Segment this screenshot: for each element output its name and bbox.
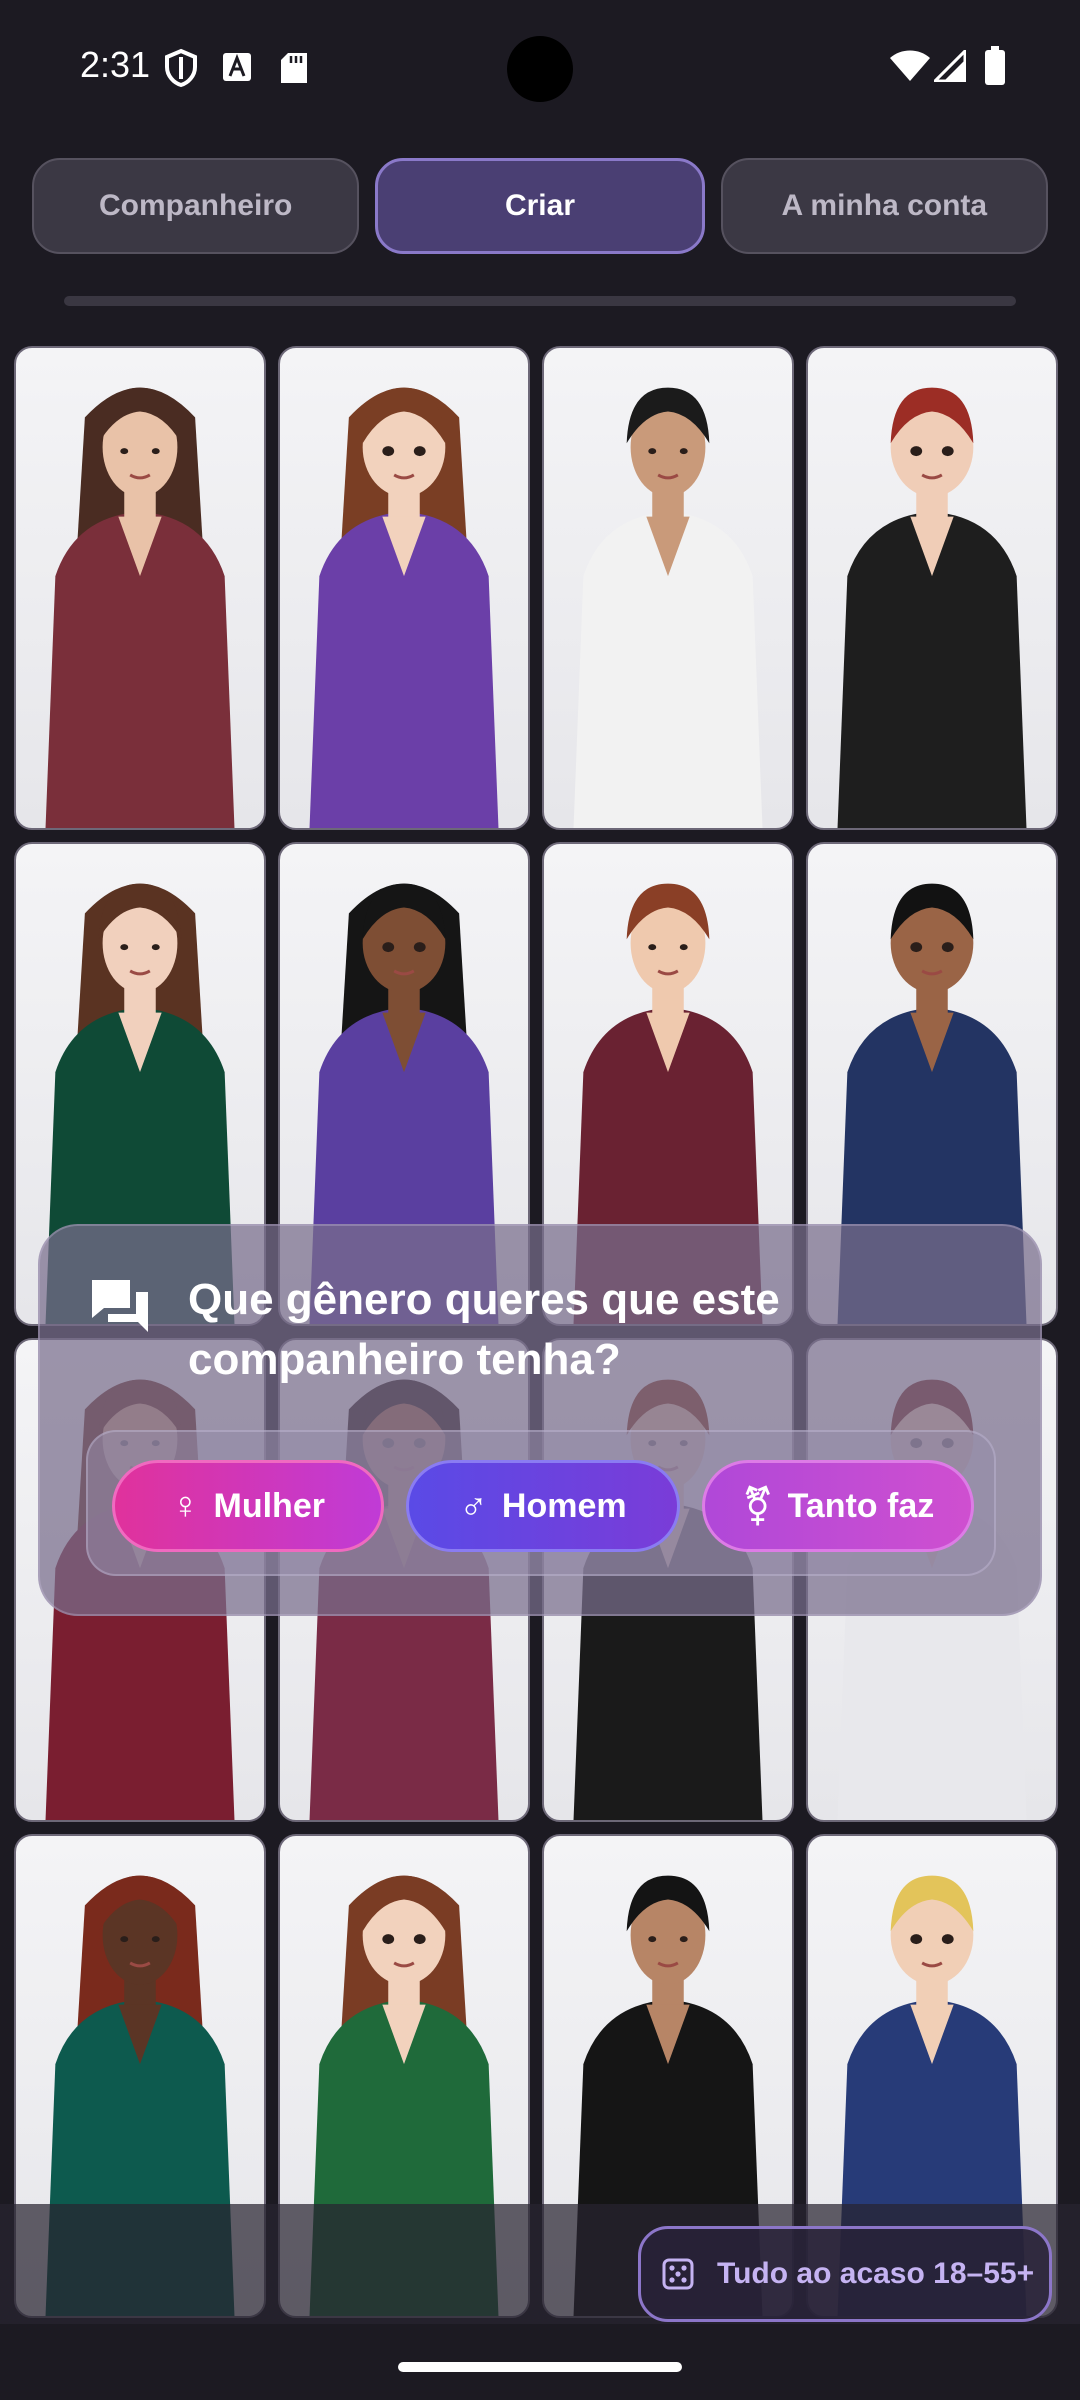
character-card[interactable] <box>542 346 794 830</box>
character-card[interactable] <box>806 346 1058 830</box>
dialog-question: Que gênero queres que este companheiro t… <box>188 1275 780 1384</box>
tab-companheiro[interactable]: Companheiro <box>32 158 360 254</box>
character-portrait <box>837 387 1027 828</box>
any-gender-option-button[interactable]: ⚧ Tanto faz <box>702 1460 974 1552</box>
male-icon: ♂ <box>459 1484 488 1527</box>
battery-icon <box>985 46 1005 85</box>
wifi-icon <box>890 50 930 81</box>
progress-track <box>64 296 1016 306</box>
transgender-icon: ⚧ <box>741 1485 774 1528</box>
character-card[interactable] <box>14 346 266 830</box>
female-icon: ♀ <box>171 1484 200 1527</box>
male-option-button[interactable]: ♂ Homem <box>406 1460 680 1552</box>
gender-options: ♀ Mulher ♂ Homem ⚧ Tanto faz <box>86 1430 996 1576</box>
font-icon <box>223 53 251 81</box>
chat-bubbles-icon <box>92 1280 148 1332</box>
random-all-label: Tudo ao acaso 18–55+ <box>717 2257 1035 2290</box>
male-option-label: Homem <box>501 1486 627 1525</box>
character-portrait <box>45 387 235 828</box>
female-option-button[interactable]: ♀ Mulher <box>112 1460 384 1552</box>
tab-criar[interactable]: Criar <box>375 158 705 254</box>
female-option-label: Mulher <box>213 1486 325 1525</box>
signal-icon <box>934 50 966 82</box>
character-card[interactable] <box>278 346 530 830</box>
sd-card-icon <box>281 53 307 83</box>
gender-dialog: Que gênero queres que este companheiro t… <box>38 1224 1042 1616</box>
character-portrait <box>573 387 763 828</box>
status-time: 2:31 <box>80 44 151 85</box>
tab-a-minha-conta[interactable]: A minha conta <box>720 158 1048 254</box>
status-bar: 2:31 <box>0 0 1080 140</box>
shield-icon <box>165 48 197 88</box>
random-all-button[interactable]: Tudo ao acaso 18–55+ <box>638 2226 1052 2322</box>
character-portrait <box>309 387 499 828</box>
front-camera <box>507 36 573 102</box>
any-gender-option-label: Tanto faz <box>787 1486 935 1525</box>
dice-icon <box>662 2258 694 2290</box>
home-indicator[interactable] <box>398 2362 682 2372</box>
top-tabs: Companheiro Criar A minha conta <box>32 158 1048 254</box>
